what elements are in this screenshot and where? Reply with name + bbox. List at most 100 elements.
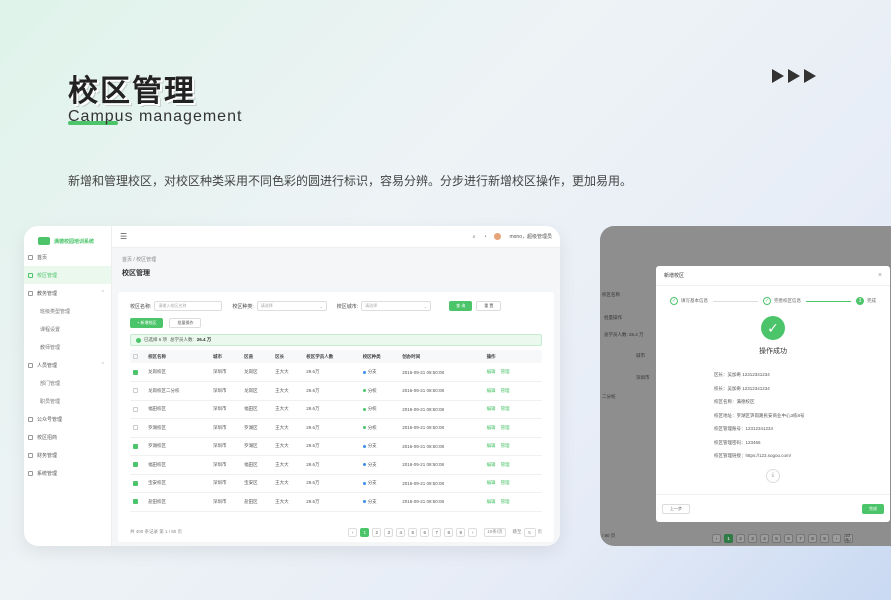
checkbox-cell[interactable] (130, 474, 146, 493)
chevron-down-icon: ⌄ (423, 303, 428, 309)
page-button[interactable]: 7 (432, 527, 442, 537)
city-filter-select[interactable]: 请选择 ⌄ (361, 301, 432, 311)
page-button[interactable]: 2 (372, 527, 382, 537)
edit-link[interactable]: 编辑 (487, 480, 496, 485)
row-checkbox[interactable] (133, 499, 138, 505)
row-checkbox[interactable] (133, 369, 138, 375)
table-row[interactable]: 盐田校区 深圳市 盐田区 王大大 29.6万 分支 2016-09-21 08:50:08 编… (130, 492, 542, 512)
edit-link[interactable]: 编辑 (487, 499, 496, 504)
sidebar-item[interactable]: 教师管理 (24, 338, 111, 356)
search-icon[interactable]: ⌕ (473, 234, 476, 240)
avatar[interactable] (494, 233, 502, 240)
logo-icon (38, 237, 50, 245)
detail-line: 校区名称：满德校区 (714, 399, 755, 404)
add-campus-button[interactable]: + 新增校区 (130, 318, 164, 328)
select-all-checkbox[interactable] (133, 354, 138, 360)
sidebar-item[interactable]: 教务管理 ⌃ (24, 284, 111, 302)
checkbox-cell[interactable] (130, 400, 146, 419)
edit-link[interactable]: 编辑 (487, 443, 496, 448)
checkbox-cell[interactable] (130, 418, 146, 438)
page-button[interactable]: 8 (444, 527, 454, 537)
sidebar-item[interactable]: 班级类型管理 (24, 302, 111, 320)
checkbox-cell[interactable] (130, 455, 146, 475)
sidebar-item[interactable]: 人员管理 ⌃ (24, 356, 111, 374)
page-button[interactable]: 1 (360, 527, 370, 537)
checkbox-cell[interactable] (130, 437, 146, 456)
row-checkbox[interactable] (133, 462, 138, 468)
sidebar-item[interactable]: 首页 (24, 248, 111, 266)
row-checkbox[interactable] (133, 480, 138, 486)
type-filter-label: 校区种类: (232, 303, 254, 310)
select-all-cell[interactable] (130, 350, 146, 363)
sidebar-item[interactable]: 系统管理 (24, 464, 111, 482)
table-row[interactable]: 宝安校区 深圳市 宝安区 王大大 29.6万 分支 2016-09-21 08:50:08 编… (130, 474, 542, 493)
user-name[interactable]: mono，超级管理员 (509, 233, 552, 240)
checkbox-cell[interactable] (130, 363, 146, 382)
page-button[interactable]: 5 (408, 527, 418, 537)
sidebar-item[interactable]: 校区招商 (24, 428, 111, 446)
sidebar-item[interactable]: 部门管理 (24, 374, 111, 392)
edit-link[interactable]: 编辑 (487, 406, 496, 411)
type-filter-select[interactable]: 请选择 ⌄ (256, 301, 327, 311)
menu-icon[interactable]: ☰ (120, 232, 127, 241)
page-button[interactable]: ‹ (348, 527, 358, 537)
play-arrows-icon (772, 69, 816, 83)
step-item: 3 完成 (856, 297, 876, 305)
edit-link[interactable]: 编辑 (487, 425, 496, 430)
checkbox-cell[interactable] (130, 492, 146, 512)
cell-ops: 编辑 管理 (483, 400, 542, 419)
page-size-select[interactable]: 10条/页 (484, 527, 506, 537)
prev-step-button[interactable]: 上一步 (662, 503, 690, 514)
sidebar-item[interactable]: 职员管理 (24, 392, 111, 410)
reset-button[interactable]: 重 置 (476, 301, 502, 311)
page-button[interactable]: 6 (420, 527, 430, 537)
cell-name: 龙岗校区二分校 (145, 381, 211, 401)
sidebar-item[interactable]: 校区管理 (24, 266, 111, 284)
manage-link[interactable]: 管理 (501, 499, 510, 504)
manage-link[interactable]: 管理 (501, 462, 510, 467)
checkbox-cell[interactable] (130, 381, 146, 401)
close-icon[interactable]: × (878, 272, 882, 279)
table-row[interactable]: 龙岗校区 深圳市 龙岗区 王大大 29.6万 分支 2016-09-21 08:50:08 编… (130, 363, 542, 382)
step-item: ✓ 填写基本信息 (670, 297, 708, 305)
edit-link[interactable]: 编辑 (487, 388, 496, 393)
table-row[interactable]: 福田校区 深圳市 福田区 王大大 29.6万 分支 2016-09-21 08:50:08 编… (130, 455, 542, 475)
bell-icon[interactable]: ◔ (483, 234, 486, 240)
chevron-up-icon: ⌃ (100, 362, 105, 368)
row-checkbox[interactable] (133, 388, 138, 394)
finish-button[interactable]: 完成 (862, 503, 884, 514)
cell-count: 29.6万 (303, 474, 360, 493)
table-row[interactable]: 罗湖校区 深圳市 罗湖区 王大大 29.6万 分支 2016-09-21 08:50:08 编… (130, 437, 542, 456)
page-button[interactable]: 4 (396, 527, 406, 537)
row-checkbox[interactable] (133, 425, 138, 431)
row-checkbox[interactable] (133, 406, 138, 412)
step-label: 填写基本信息 (681, 298, 708, 303)
goto-input[interactable]: 5 (523, 527, 536, 537)
status-label: 分校 (367, 387, 377, 393)
status-badge: 分校 (362, 387, 377, 394)
sidebar-item[interactable]: 财务管理 (24, 446, 111, 464)
edit-link[interactable]: 编辑 (487, 369, 496, 374)
table-row[interactable]: 福田校区 深圳市 福田区 王大大 29.6万 分校 2016-09-21 08:50:08 编… (130, 400, 542, 419)
page-button[interactable]: 3 (384, 527, 394, 537)
download-icon[interactable]: ⤓ (766, 468, 780, 483)
sidebar-item[interactable]: 课程设置 (24, 320, 111, 338)
manage-link[interactable]: 管理 (501, 369, 510, 374)
search-button[interactable]: 查 询 (449, 301, 473, 311)
step-item: ✓ 完善校区信息 (763, 297, 801, 305)
manage-link[interactable]: 管理 (501, 425, 510, 430)
app-logo[interactable]: 满德校园培训系统 (24, 226, 111, 248)
manage-link[interactable]: 管理 (501, 480, 510, 485)
table-row[interactable]: 龙岗校区二分校 深圳市 龙岗区 王大大 29.6万 分校 2016-09-21 08:50:… (130, 381, 542, 401)
table-row[interactable]: 罗湖校区 深圳市 罗湖区 王大大 29.6万 分校 2016-09-21 08:50:08 编… (130, 418, 542, 438)
page-button[interactable]: › (468, 527, 478, 537)
edit-link[interactable]: 编辑 (487, 462, 496, 467)
row-checkbox[interactable] (133, 443, 138, 449)
manage-link[interactable]: 管理 (501, 443, 510, 448)
batch-operation-button[interactable]: 批量操作 (169, 318, 202, 328)
manage-link[interactable]: 管理 (501, 388, 510, 393)
name-filter-input[interactable]: 请输入校区名称 (154, 301, 223, 311)
manage-link[interactable]: 管理 (501, 406, 510, 411)
sidebar-item[interactable]: 公众号管理 (24, 410, 111, 428)
page-button[interactable]: 9 (456, 527, 466, 537)
